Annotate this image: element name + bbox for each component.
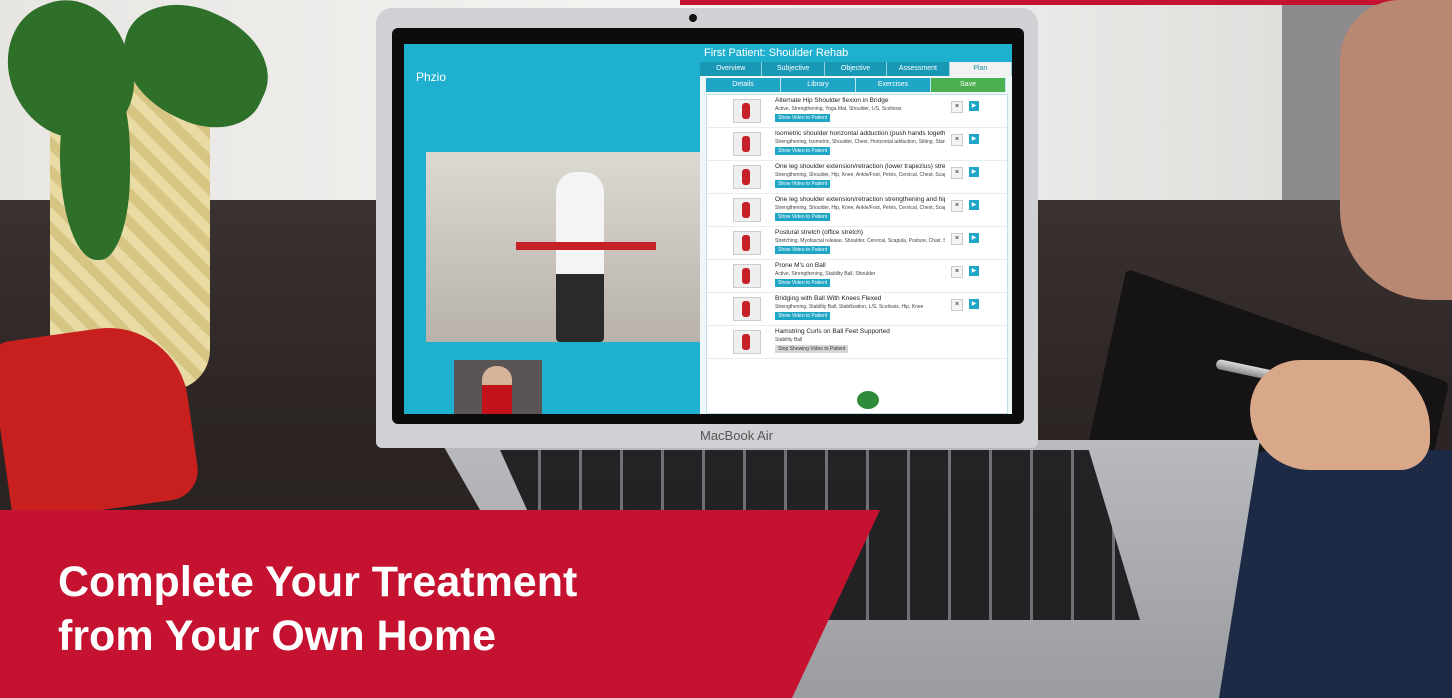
- exercise-name: Alternate Hip Shoulder flexion in Bridge: [775, 97, 889, 104]
- show-video-button[interactable]: Show Video to Patient: [775, 246, 831, 254]
- exercise-list: Alternate Hip Shoulder flexion in Bridge…: [706, 94, 1008, 414]
- list-item: One leg shoulder extension/retraction st…: [707, 194, 1007, 227]
- exercise-thumbnail: [733, 297, 761, 321]
- laptop-screen: Phzio First Patient: Shoulder Rehab Over…: [404, 44, 1012, 414]
- exercise-name: Postural stretch (office stretch): [775, 229, 864, 236]
- subtab-details[interactable]: Details: [706, 78, 781, 92]
- therapist-figure: [482, 366, 512, 414]
- exercise-tags: Active, Strengthening, Yoga Mat, Shoulde…: [775, 106, 902, 112]
- tab-overview[interactable]: Overview: [700, 62, 763, 76]
- stability-ball-icon: [857, 391, 879, 409]
- show-video-button[interactable]: Show Video to Patient: [775, 147, 831, 155]
- exercise-tags: Strengthening, Isometric, Shoulder, Ches…: [775, 139, 945, 145]
- remove-icon[interactable]: ×: [951, 233, 963, 245]
- exercise-thumbnail: [733, 264, 761, 288]
- patient-plan-title: First Patient: Shoulder Rehab: [700, 44, 1012, 62]
- plant-leaf: [60, 60, 130, 260]
- play-icon[interactable]: ▶: [969, 233, 979, 243]
- remove-icon[interactable]: ×: [951, 134, 963, 146]
- tab-objective[interactable]: Objective: [824, 62, 888, 76]
- banner-headline: Complete Your Treatment from Your Own Ho…: [58, 555, 577, 663]
- exercise-tags: Strengthening, Stability Ball, Stabiliza…: [775, 304, 924, 310]
- exercise-tags: Active, Strengthening, Stability Ball, S…: [775, 271, 876, 277]
- play-icon[interactable]: ▶: [969, 299, 979, 309]
- save-button[interactable]: Save: [931, 78, 1006, 92]
- exercise-tags: Stability Ball: [775, 337, 803, 343]
- exercise-thumbnail: [733, 99, 761, 123]
- subtab-exercises[interactable]: Exercises: [856, 78, 931, 92]
- subtab-library[interactable]: Library: [781, 78, 856, 92]
- patient-figure: [556, 172, 604, 342]
- exercise-band: [516, 242, 656, 250]
- video-call-panel: Phzio: [404, 44, 739, 414]
- list-item: Alternate Hip Shoulder flexion in Bridge…: [707, 95, 1007, 128]
- list-item: Hamstring Curls on Ball Feet Supported S…: [707, 326, 1007, 359]
- exercise-name: One leg shoulder extension/retraction (l…: [775, 163, 945, 170]
- banner-headline-line1: Complete Your Treatment: [58, 558, 578, 606]
- exercise-name: Isometric shoulder horizontal adduction …: [775, 130, 945, 137]
- remove-icon[interactable]: ×: [951, 167, 963, 179]
- banner-headline-line2: from Your Own Home: [58, 612, 496, 660]
- exercise-thumbnail: [733, 198, 761, 222]
- list-item: Postural stretch (office stretch) Stretc…: [707, 227, 1007, 260]
- tab-assessment[interactable]: Assessment: [887, 62, 950, 76]
- list-item: One leg shoulder extension/retraction (l…: [707, 161, 1007, 194]
- remove-icon[interactable]: ×: [951, 299, 963, 311]
- list-item: Prone M's on Ball Active, Strengthening,…: [707, 260, 1007, 293]
- laptop-brand-label: MacBook Air: [700, 428, 773, 443]
- play-icon[interactable]: ▶: [969, 134, 979, 144]
- stop-video-button[interactable]: Stop Showing Video to Patient: [775, 345, 849, 353]
- list-item: Isometric shoulder horizontal adduction …: [707, 128, 1007, 161]
- therapist-video: [454, 360, 542, 414]
- exercise-name: One leg shoulder extension/retraction st…: [775, 196, 945, 203]
- show-video-button[interactable]: Show Video to Patient: [775, 279, 831, 287]
- photo-scene: MacBook Air Phzio First Patient: Shoulde…: [0, 0, 1452, 698]
- app-logo: Phzio: [416, 70, 447, 84]
- exercise-thumbnail: [733, 231, 761, 255]
- patient-video: [426, 152, 716, 342]
- exercise-name: Hamstring Curls on Ball Feet Supported: [775, 328, 890, 335]
- show-video-button[interactable]: Show Video to Patient: [775, 180, 831, 188]
- list-item: Bridging with Ball With Knees Flexed Str…: [707, 293, 1007, 326]
- remove-icon[interactable]: ×: [951, 200, 963, 212]
- remove-icon[interactable]: ×: [951, 101, 963, 113]
- remove-icon[interactable]: ×: [951, 266, 963, 278]
- webcam-icon: [689, 14, 697, 22]
- play-icon[interactable]: ▶: [969, 167, 979, 177]
- brand-top-bar: [680, 0, 1452, 5]
- person-head: [1340, 0, 1452, 300]
- plan-subtabs: Details Library Exercises Save: [706, 78, 1006, 92]
- exercise-name: Bridging with Ball With Knees Flexed: [775, 295, 882, 302]
- play-icon[interactable]: ▶: [969, 101, 979, 111]
- exercise-tags: Strengthening, Shoulder, Hip, Knee, Ankl…: [775, 205, 945, 211]
- exercise-thumbnail: [733, 165, 761, 189]
- person-hand: [1250, 360, 1430, 470]
- exercise-name: Prone M's on Ball: [775, 262, 826, 269]
- show-video-button[interactable]: Show Video to Patient: [775, 114, 831, 122]
- exercise-thumbnail: [733, 330, 761, 354]
- exercise-thumbnail: [733, 132, 761, 156]
- exercise-tags: Strengthening, Shoulder, Hip, Knee, Ankl…: [775, 172, 945, 178]
- show-video-button[interactable]: Show Video to Patient: [775, 213, 831, 221]
- show-video-button[interactable]: Show Video to Patient: [775, 312, 831, 320]
- tab-plan[interactable]: Plan: [949, 62, 1012, 76]
- play-icon[interactable]: ▶: [969, 200, 979, 210]
- play-icon[interactable]: ▶: [969, 266, 979, 276]
- exercise-tags: Stretching, Myofascial release, Shoulder…: [775, 238, 945, 244]
- plan-panel: First Patient: Shoulder Rehab Overview S…: [700, 44, 1012, 414]
- plan-tabs: Overview Subjective Objective Assessment…: [700, 62, 1012, 76]
- tab-subjective[interactable]: Subjective: [762, 62, 825, 76]
